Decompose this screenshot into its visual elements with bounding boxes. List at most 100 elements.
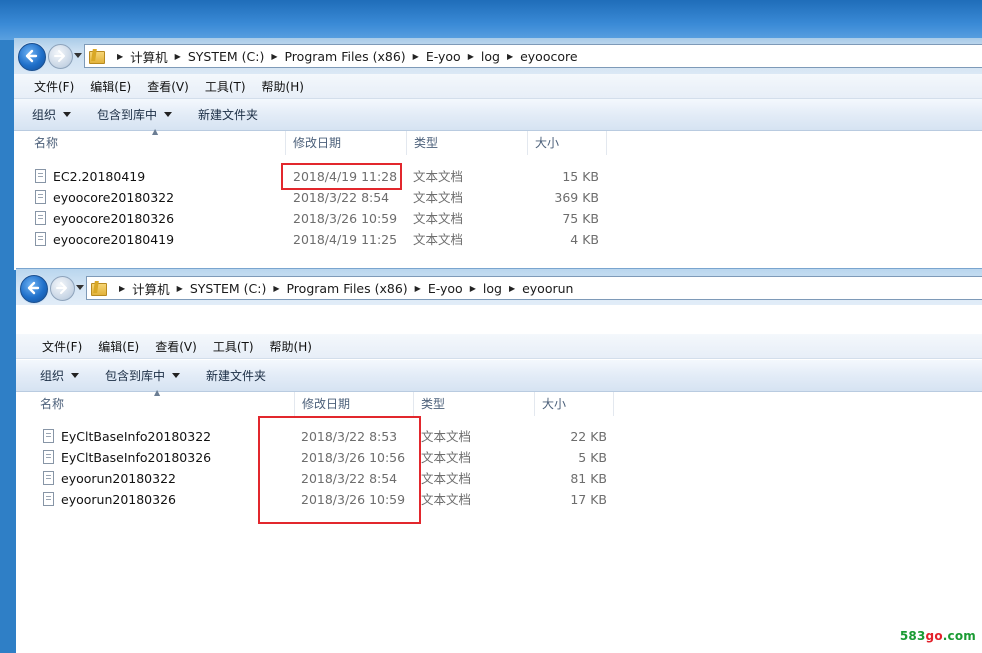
- desktop-background: [0, 0, 982, 40]
- back-button[interactable]: [18, 43, 46, 71]
- file-type: 文本文档: [413, 190, 464, 205]
- column-header: ▲ 名称 修改日期 类型 大小: [16, 388, 982, 416]
- breadcrumb-eyoorun[interactable]: eyoorun: [522, 281, 573, 296]
- file-type: 文本文档: [421, 471, 472, 486]
- highlight-box: [258, 416, 421, 524]
- explorer-window-eyoorun: ▶ 计算机 ▶ SYSTEM (C:) ▶ Program Files (x86…: [16, 268, 982, 653]
- text-file-icon: [35, 190, 46, 204]
- file-row[interactable]: eyoocore20180322 2018/3/22 8:54 文本文档 369…: [14, 187, 614, 208]
- new-folder-button[interactable]: 新建文件夹: [206, 367, 266, 384]
- menu-edit[interactable]: 编辑(E): [90, 338, 147, 355]
- text-file-icon: [43, 471, 54, 485]
- column-type[interactable]: 类型: [408, 131, 528, 155]
- command-toolbar: 组织 包含到库中 新建文件夹: [14, 99, 982, 131]
- include-in-library-button[interactable]: 包含到库中: [105, 367, 181, 384]
- recent-pages-dropdown[interactable]: [74, 53, 82, 58]
- caret-down-icon: [164, 112, 173, 117]
- breadcrumb-eyoocore[interactable]: eyoocore: [520, 49, 577, 64]
- column-size[interactable]: 大小: [529, 131, 607, 155]
- site-watermark: 583go.com: [900, 629, 976, 643]
- menu-edit[interactable]: 编辑(E): [82, 78, 139, 95]
- address-bar[interactable]: ▶ 计算机 ▶ SYSTEM (C:) ▶ Program Files (x86…: [84, 44, 982, 68]
- new-folder-button[interactable]: 新建文件夹: [198, 106, 258, 123]
- menu-help[interactable]: 帮助(H): [262, 338, 320, 355]
- file-type: 文本文档: [421, 429, 472, 444]
- chevron-right-icon[interactable]: ▶: [507, 52, 513, 61]
- forward-button[interactable]: [48, 44, 73, 69]
- file-size: 5 KB: [578, 450, 607, 465]
- breadcrumb-computer[interactable]: 计算机: [130, 47, 168, 66]
- chevron-right-icon[interactable]: ▶: [468, 52, 474, 61]
- file-type: 文本文档: [413, 232, 464, 247]
- breadcrumb-e-yoo[interactable]: E-yoo: [428, 281, 463, 296]
- chevron-right-icon[interactable]: ▶: [175, 52, 181, 61]
- file-row[interactable]: eyoocore20180419 2018/4/19 11:25 文本文档 4 …: [14, 229, 614, 250]
- menu-tools[interactable]: 工具(T): [197, 78, 254, 95]
- file-name: eyoocore20180326: [53, 211, 175, 226]
- chevron-right-icon[interactable]: ▶: [415, 284, 421, 293]
- menu-file[interactable]: 文件(F): [34, 338, 90, 355]
- arrow-right-icon: [56, 282, 67, 294]
- file-date: 2018/4/19 11:25: [293, 232, 398, 247]
- file-size: 75 KB: [562, 211, 599, 226]
- text-file-icon: [35, 211, 46, 225]
- breadcrumb-system-c[interactable]: SYSTEM (C:): [188, 49, 265, 64]
- menu-view[interactable]: 查看(V): [139, 78, 197, 95]
- folder-icon: [91, 281, 107, 296]
- include-in-library-button[interactable]: 包含到库中: [97, 106, 173, 123]
- menu-tools[interactable]: 工具(T): [205, 338, 262, 355]
- file-row[interactable]: eyoocore20180326 2018/3/26 10:59 文本文档 75…: [14, 208, 614, 229]
- recent-pages-dropdown[interactable]: [76, 285, 84, 290]
- caret-down-icon: [63, 112, 72, 117]
- breadcrumb-program-files[interactable]: Program Files (x86): [284, 49, 405, 64]
- menu-view[interactable]: 查看(V): [147, 338, 205, 355]
- chevron-right-icon[interactable]: ▶: [470, 284, 476, 293]
- column-name[interactable]: 名称: [28, 131, 286, 155]
- file-size: 81 KB: [570, 471, 607, 486]
- navigation-bar: ▶ 计算机 ▶ SYSTEM (C:) ▶ Program Files (x86…: [14, 38, 982, 74]
- caret-down-icon: [172, 373, 181, 378]
- text-file-icon: [43, 429, 54, 443]
- text-file-icon: [35, 232, 46, 246]
- chevron-right-icon[interactable]: ▶: [413, 52, 419, 61]
- forward-button[interactable]: [50, 276, 75, 301]
- breadcrumb-program-files[interactable]: Program Files (x86): [286, 281, 407, 296]
- text-file-icon: [43, 450, 54, 464]
- back-button[interactable]: [20, 275, 48, 303]
- column-date-modified[interactable]: 修改日期: [287, 131, 407, 155]
- chevron-right-icon[interactable]: ▶: [177, 284, 183, 293]
- chevron-right-icon[interactable]: ▶: [273, 284, 279, 293]
- file-type: 文本文档: [413, 169, 464, 184]
- menu-file[interactable]: 文件(F): [26, 78, 82, 95]
- address-bar[interactable]: ▶ 计算机 ▶ SYSTEM (C:) ▶ Program Files (x86…: [86, 276, 982, 300]
- file-size: 4 KB: [570, 232, 599, 247]
- chevron-right-icon[interactable]: ▶: [271, 52, 277, 61]
- watermark-part-3: .com: [942, 629, 976, 643]
- organize-button[interactable]: 组织: [40, 367, 80, 384]
- column-name[interactable]: 名称: [34, 392, 295, 416]
- text-file-icon: [35, 169, 46, 183]
- column-type[interactable]: 类型: [415, 392, 535, 416]
- column-date-modified[interactable]: 修改日期: [296, 392, 414, 416]
- file-date: 2018/3/22 8:54: [293, 190, 390, 205]
- breadcrumb-log[interactable]: log: [481, 49, 500, 64]
- menu-help[interactable]: 帮助(H): [254, 78, 312, 95]
- file-size: 15 KB: [562, 169, 599, 184]
- organize-button[interactable]: 组织: [32, 106, 72, 123]
- file-name: eyoorun20180326: [61, 492, 176, 507]
- chevron-right-icon[interactable]: ▶: [117, 52, 123, 61]
- breadcrumb-system-c[interactable]: SYSTEM (C:): [190, 281, 267, 296]
- highlight-box: [281, 163, 402, 190]
- chevron-right-icon[interactable]: ▶: [119, 284, 125, 293]
- file-name: eyoocore20180419: [53, 232, 175, 247]
- file-name: eyoocore20180322: [53, 190, 175, 205]
- breadcrumb-computer[interactable]: 计算机: [132, 279, 170, 298]
- chevron-right-icon[interactable]: ▶: [509, 284, 515, 293]
- file-type: 文本文档: [413, 211, 464, 226]
- breadcrumb-log[interactable]: log: [483, 281, 502, 296]
- file-name: eyoorun20180322: [61, 471, 176, 486]
- arrow-right-icon: [54, 50, 65, 62]
- column-size[interactable]: 大小: [536, 392, 614, 416]
- organize-label: 组织: [32, 108, 57, 122]
- breadcrumb-e-yoo[interactable]: E-yoo: [426, 49, 461, 64]
